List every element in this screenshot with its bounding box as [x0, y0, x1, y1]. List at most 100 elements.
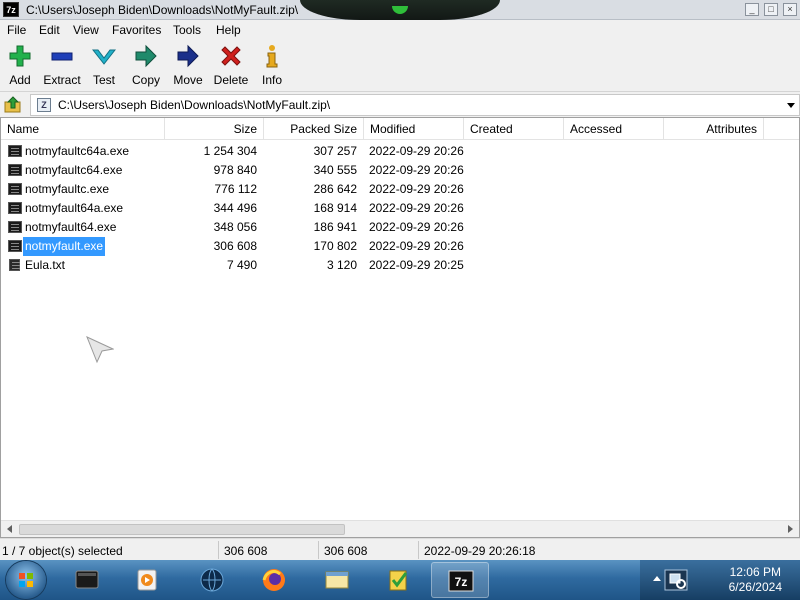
taskbar: 7z 12:06 PM 6/26/2024: [0, 560, 800, 600]
address-path: C:\Users\Joseph Biden\Downloads\NotMyFau…: [58, 98, 331, 112]
scroll-right-arrow-icon[interactable]: [788, 525, 793, 533]
add-button[interactable]: Add: [0, 44, 42, 90]
delete-button[interactable]: Delete: [209, 44, 253, 90]
menu-file[interactable]: File: [7, 23, 26, 37]
file-row[interactable]: notmyfault64a.exe 344 496 168 914 2022-0…: [1, 199, 799, 218]
info-label: Info: [261, 73, 282, 87]
copy-label: Copy: [131, 73, 160, 87]
close-button[interactable]: ×: [783, 3, 797, 16]
file-packed-size: 168 914: [313, 201, 357, 215]
clock-date: 6/26/2024: [728, 580, 782, 594]
column-size[interactable]: Size: [165, 118, 264, 140]
taskbar-app-explorer[interactable]: [308, 562, 366, 598]
file-modified: 2022-09-29 20:26: [369, 201, 464, 215]
svg-text:7z: 7z: [455, 575, 468, 589]
copy-button[interactable]: Copy: [124, 44, 168, 90]
taskbar-app-notepad[interactable]: [370, 562, 428, 598]
exe-file-icon: [8, 221, 22, 233]
scroll-left-arrow-icon[interactable]: [7, 525, 12, 533]
status-divider: [218, 541, 219, 559]
file-modified: 2022-09-29 20:26: [369, 239, 464, 253]
status-bar: 1 / 7 object(s) selected 306 608 306 608…: [0, 538, 800, 560]
plus-icon: [9, 45, 31, 67]
7zip-icon: 7z: [448, 570, 474, 592]
file-row[interactable]: notmyfaultc.exe 776 112 286 642 2022-09-…: [1, 180, 799, 199]
mouse-pointer-icon: [86, 336, 114, 364]
file-size: 776 112: [214, 182, 258, 196]
chevron-down-icon[interactable]: [787, 103, 795, 108]
desktop-overlay-graphic: [300, 0, 500, 20]
file-row[interactable]: Eula.txt 7 490 3 120 2022-09-29 20:25: [1, 256, 799, 275]
terminal-icon: [75, 570, 99, 589]
file-modified: 2022-09-29 20:26: [369, 144, 464, 158]
file-size: 978 840: [213, 163, 257, 177]
minus-icon: [51, 52, 73, 61]
menu-tools[interactable]: Tools: [173, 23, 201, 37]
status-divider: [418, 541, 419, 559]
file-row[interactable]: notmyfaultc64a.exe 1 254 304 307 257 202…: [1, 142, 799, 161]
taskbar-app-media[interactable]: [118, 562, 176, 598]
exe-file-icon: [8, 145, 22, 157]
exe-file-icon: [8, 183, 22, 195]
taskbar-app-terminal[interactable]: [58, 562, 116, 598]
column-created[interactable]: Created: [464, 118, 564, 140]
file-row[interactable]: notmyfaultc64.exe 978 840 340 555 2022-0…: [1, 161, 799, 180]
file-packed-size: 170 802: [313, 239, 357, 253]
file-name: notmyfault64.exe: [25, 220, 117, 234]
file-modified: 2022-09-29 20:26: [369, 182, 464, 196]
column-attributes[interactable]: Attributes: [664, 118, 764, 140]
file-name: Eula.txt: [25, 258, 66, 272]
file-size: 7 490: [226, 258, 257, 272]
clock[interactable]: 12:06 PM 6/26/2024: [729, 565, 782, 595]
menu-edit[interactable]: Edit: [39, 23, 60, 37]
taskbar-app-7zip[interactable]: 7z: [431, 562, 489, 598]
taskbar-app-firefox[interactable]: [245, 562, 303, 598]
test-label: Test: [92, 73, 115, 87]
column-name[interactable]: Name: [1, 118, 165, 140]
app-icon: 7z: [3, 2, 19, 17]
window-title: C:\Users\Joseph Biden\Downloads\NotMyFau…: [26, 3, 299, 17]
column-accessed[interactable]: Accessed: [564, 118, 664, 140]
check-icon: [92, 49, 116, 65]
move-button[interactable]: Move: [166, 44, 210, 90]
file-packed-size: 3 120: [326, 258, 357, 272]
system-tray: 12:06 PM 6/26/2024: [640, 560, 800, 600]
file-name: notmyfaultc.exe: [25, 182, 110, 196]
horizontal-scrollbar[interactable]: [1, 520, 799, 537]
extract-button[interactable]: Extract: [40, 44, 84, 90]
x-icon: [221, 46, 241, 66]
address-field[interactable]: Z C:\Users\Joseph Biden\Downloads\NotMyF…: [30, 94, 800, 116]
firefox-icon: [262, 569, 285, 591]
column-packed-size[interactable]: Packed Size: [264, 118, 364, 140]
file-modified: 2022-09-29 20:26: [369, 220, 464, 234]
exe-file-icon: [8, 164, 22, 176]
menu-view[interactable]: View: [73, 23, 99, 37]
scrollbar-thumb[interactable]: [19, 524, 345, 535]
network-status-icon[interactable]: [664, 569, 688, 591]
file-row-selected[interactable]: notmyfault.exe 306 608 170 802 2022-09-2…: [1, 237, 799, 256]
file-size: 1 254 304: [203, 144, 257, 158]
menu-favorites[interactable]: Favorites: [112, 23, 161, 37]
text-file-icon: [9, 259, 20, 271]
copy-arrow-icon: [135, 44, 157, 68]
add-label: Add: [9, 73, 31, 87]
file-packed-size: 307 257: [313, 144, 357, 158]
info-button[interactable]: Info: [250, 44, 294, 90]
move-label: Move: [173, 73, 203, 87]
file-size: 344 496: [213, 201, 257, 215]
file-row[interactable]: notmyfault64.exe 348 056 186 941 2022-09…: [1, 218, 799, 237]
minimize-button[interactable]: _: [745, 3, 759, 16]
file-name: notmyfaultc64a.exe: [25, 144, 130, 158]
maximize-button[interactable]: □: [764, 3, 778, 16]
clock-time: 12:06 PM: [729, 565, 781, 579]
file-list[interactable]: Name Size Packed Size Modified Created A…: [0, 117, 800, 538]
taskbar-app-network[interactable]: [183, 562, 241, 598]
menu-help[interactable]: Help: [216, 23, 241, 37]
start-button[interactable]: [6, 561, 46, 599]
file-name: notmyfault.exe: [23, 237, 106, 256]
explorer-window-icon: [325, 571, 349, 589]
status-selection: 1 / 7 object(s) selected: [2, 544, 123, 558]
column-modified[interactable]: Modified: [364, 118, 464, 140]
folder-up-icon[interactable]: [4, 96, 22, 114]
test-button[interactable]: Test: [82, 44, 126, 90]
